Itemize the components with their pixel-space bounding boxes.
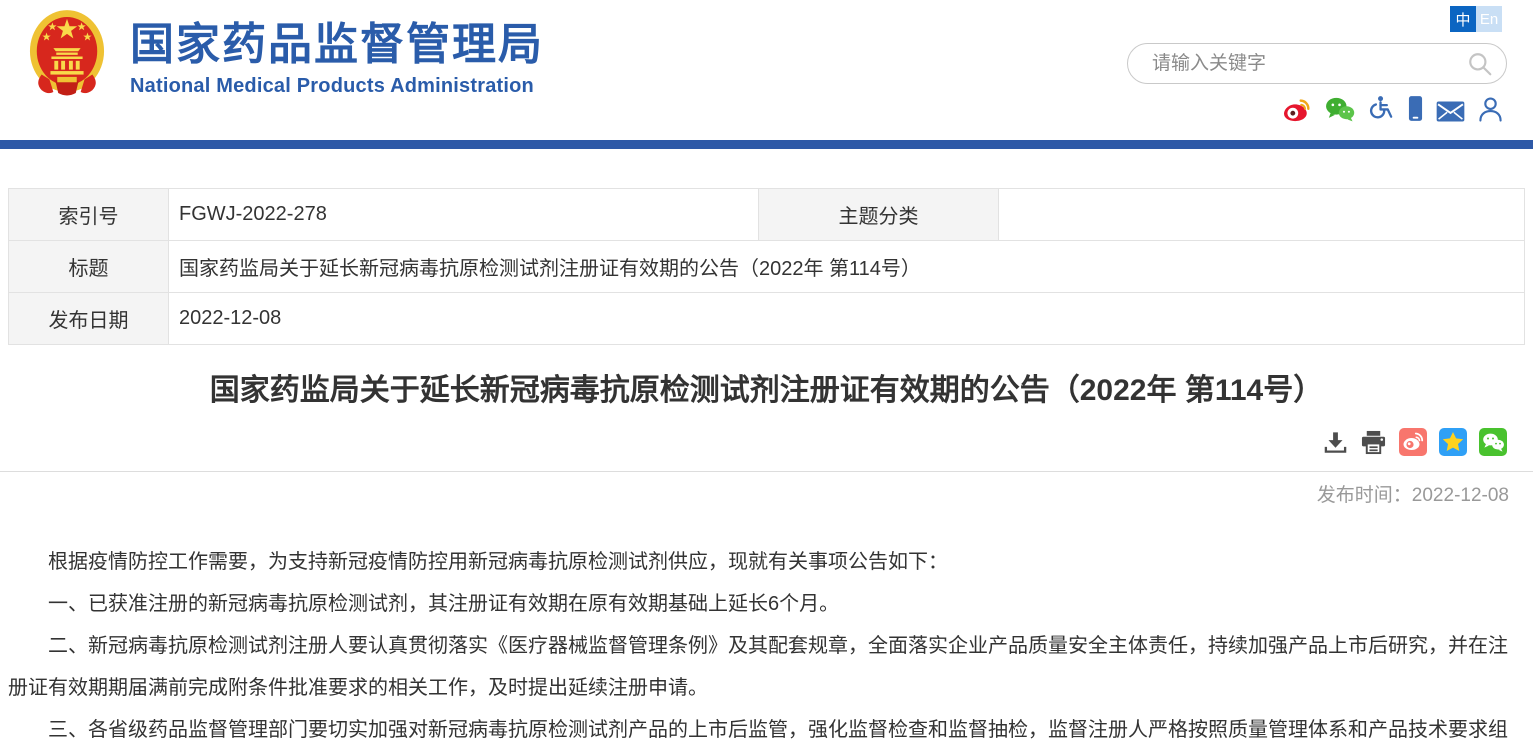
title-value: 国家药监局关于延长新冠病毒抗原检测试剂注册证有效期的公告（2022年 第114号… xyxy=(169,241,1525,293)
article-title: 国家药监局关于延长新冠病毒抗原检测试剂注册证有效期的公告（2022年 第114号… xyxy=(0,371,1533,411)
wechat-icon[interactable] xyxy=(1325,94,1355,122)
site-title-zh: 国家药品监督管理局 xyxy=(130,20,544,71)
language-switch: 中 En xyxy=(1450,6,1502,32)
index-number-value: FGWJ-2022-278 xyxy=(169,189,759,241)
topic-category-value xyxy=(999,189,1525,241)
mobile-icon[interactable] xyxy=(1408,94,1423,122)
search-icon[interactable] xyxy=(1467,51,1493,77)
table-row: 发布日期 2022-12-08 xyxy=(9,293,1525,345)
site-title-en: National Medical Products Administration xyxy=(130,75,544,98)
lang-zh-button[interactable]: 中 xyxy=(1450,6,1476,32)
print-icon[interactable] xyxy=(1360,430,1387,455)
weibo-icon[interactable] xyxy=(1282,94,1312,122)
publish-time-label: 发布时间： xyxy=(1317,485,1412,506)
publish-time-value: 2022-12-08 xyxy=(1412,485,1509,506)
index-number-label: 索引号 xyxy=(9,189,169,241)
brand-text: 国家药品监督管理局 National Medical Products Admi… xyxy=(130,8,544,98)
paragraph: 二、新冠病毒抗原检测试剂注册人要认真贯彻落实《医疗器械监督管理条例》及其配套规章… xyxy=(8,625,1525,709)
user-icon[interactable] xyxy=(1478,94,1503,122)
article: 国家药监局关于延长新冠病毒抗原检测试剂注册证有效期的公告（2022年 第114号… xyxy=(0,371,1533,745)
table-row: 标题 国家药监局关于延长新冠病毒抗原检测试剂注册证有效期的公告（2022年 第1… xyxy=(9,241,1525,293)
search-box xyxy=(1127,43,1507,84)
topic-category-label: 主题分类 xyxy=(759,189,999,241)
table-row: 索引号 FGWJ-2022-278 主题分类 xyxy=(9,189,1525,241)
title-divider xyxy=(0,471,1533,472)
site-header: 国家药品监督管理局 National Medical Products Admi… xyxy=(0,0,1533,140)
paragraph: 一、已获准注册的新冠病毒抗原检测试剂，其注册证有效期在原有效期基础上延长6个月。 xyxy=(8,583,1525,625)
header-divider-bar xyxy=(0,140,1533,149)
search-input[interactable] xyxy=(1128,53,1467,75)
header-quick-icons xyxy=(1282,94,1503,122)
publish-date-value: 2022-12-08 xyxy=(169,293,1525,345)
article-body: 根据疫情防控工作需要，为支持新冠疫情防控用新冠病毒抗原检测试剂供应，现就有关事项… xyxy=(8,541,1525,745)
paragraph: 三、各省级药品监督管理部门要切实加强对新冠病毒抗原检测试剂产品的上市后监管，强化… xyxy=(8,709,1525,745)
download-icon[interactable] xyxy=(1323,430,1348,455)
share-qzone-icon[interactable] xyxy=(1439,428,1467,456)
article-toolbar xyxy=(0,427,1507,457)
share-weibo-icon[interactable] xyxy=(1399,428,1427,456)
publish-date-label: 发布日期 xyxy=(9,293,169,345)
share-wechat-icon[interactable] xyxy=(1479,428,1507,456)
national-emblem-icon xyxy=(28,8,106,100)
page: 国家药品监督管理局 National Medical Products Admi… xyxy=(0,0,1533,745)
lang-en-button[interactable]: En xyxy=(1476,6,1502,32)
title-label: 标题 xyxy=(9,241,169,293)
document-info-table: 索引号 FGWJ-2022-278 主题分类 标题 国家药监局关于延长新冠病毒抗… xyxy=(8,188,1525,345)
site-logo-link[interactable]: 国家药品监督管理局 National Medical Products Admi… xyxy=(28,8,544,100)
publish-time: 发布时间：2022-12-08 xyxy=(0,480,1509,507)
paragraph: 根据疫情防控工作需要，为支持新冠疫情防控用新冠病毒抗原检测试剂供应，现就有关事项… xyxy=(8,541,1525,583)
mail-icon[interactable] xyxy=(1436,94,1465,122)
accessibility-icon[interactable] xyxy=(1368,94,1395,122)
